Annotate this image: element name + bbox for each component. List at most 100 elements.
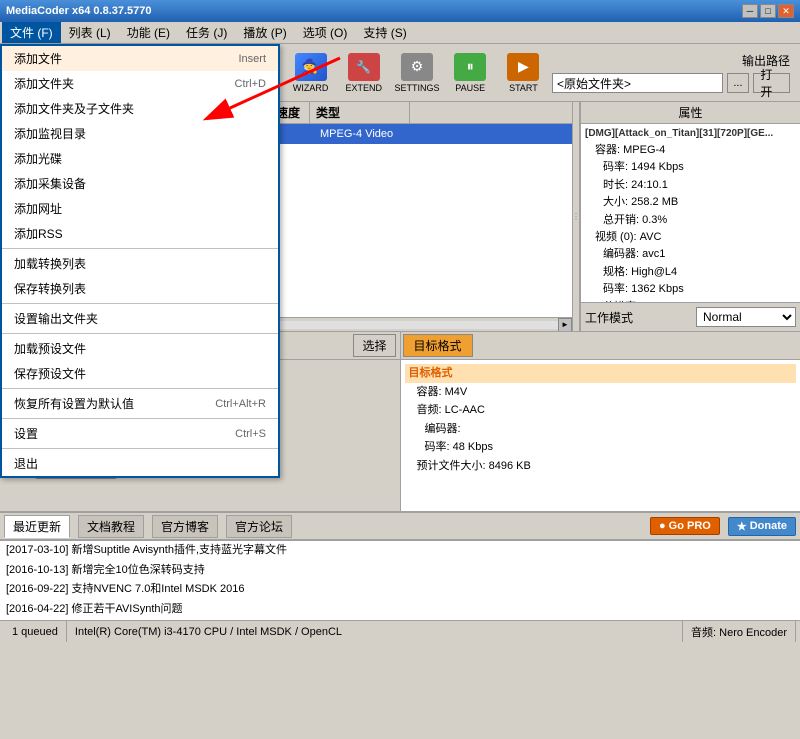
summary-tab[interactable]: 目标格式 xyxy=(403,334,473,357)
menu-settings[interactable]: 设置 Ctrl+S xyxy=(2,421,278,446)
output-path-input[interactable] xyxy=(552,73,723,93)
news-list[interactable]: [2017-03-10] 新增Suptitle Avisynth插件,支持蓝光字… xyxy=(0,540,800,620)
menu-bar: 文件 (F) 列表 (L) 功能 (E) 任务 (J) 播放 (P) 选项 (O… xyxy=(0,22,800,44)
donate-button[interactable]: ★ Donate xyxy=(728,517,796,536)
menu-exit[interactable]: 退出 xyxy=(2,451,278,476)
properties-panel: 属性 [DMG][Attack_on_Titan][31][720P][GE..… xyxy=(580,102,800,331)
list-item[interactable]: [2016-04-22] 修正若干AVISynth问题 xyxy=(0,600,800,620)
menu-set-output[interactable]: 设置输出文件夹 xyxy=(2,306,278,331)
menu-add-folder-sub[interactable]: 添加文件夹及子文件夹 xyxy=(2,96,278,121)
start-button[interactable]: ▶ START xyxy=(499,48,548,98)
menu-add-watch[interactable]: 添加监视目录 xyxy=(2,121,278,146)
pause-button[interactable]: ⏸ PAUSE xyxy=(446,48,495,98)
summary-panel: 目标格式 目标格式 容器: M4V 音频: LC-AAC 编码器: 码率: 48… xyxy=(401,332,800,511)
prop-line: [DMG][Attack_on_Titan][31][720P][GE... xyxy=(583,126,798,142)
summary-body: 目标格式 容器: M4V 音频: LC-AAC 编码器: 码率: 48 Kbps… xyxy=(401,360,800,511)
news-tab-blog[interactable]: 官方博客 xyxy=(152,515,218,538)
file-dropdown-menu: 添加文件 Insert 添加文件夹 Ctrl+D 添加文件夹及子文件夹 添加监视… xyxy=(0,44,280,478)
title-bar: MediaCoder x64 0.8.37.5770 ─ □ ✕ xyxy=(0,0,800,22)
status-bar: 1 queued Intel(R) Core(TM) i3-4170 CPU /… xyxy=(0,620,800,642)
extend-icon: 🔧 xyxy=(348,53,380,81)
summary-line: 编码器: xyxy=(405,420,797,439)
news-text: 修正若干AVISynth问题 xyxy=(71,603,182,615)
prop-line: 视频 (0): AVC xyxy=(583,229,798,246)
extend-button[interactable]: 🔧 EXTEND xyxy=(339,48,388,98)
prop-line: 时长: 24:10.1 xyxy=(583,177,798,194)
menu-load-preset[interactable]: 加载预设文件 xyxy=(2,336,278,361)
output-path-row: ... 打开 xyxy=(552,73,790,93)
close-button[interactable]: ✕ xyxy=(778,4,794,18)
separator-2 xyxy=(2,303,278,304)
menu-add-file[interactable]: 添加文件 Insert xyxy=(2,46,278,71)
prop-line: 规格: High@L4 xyxy=(583,264,798,281)
list-item[interactable]: [2016-10-13] 新增完全10位色深转码支持 xyxy=(0,561,800,581)
wizard-button[interactable]: 🧙 WIZARD xyxy=(286,48,335,98)
status-audio: 音频: Nero Encoder xyxy=(683,621,796,642)
menu-item-support[interactable]: 支持 (S) xyxy=(355,22,414,43)
news-text: 支持NVENC 7.0和Intel MSDK 2016 xyxy=(71,583,244,595)
work-mode-area: 工作模式 Normal Fast Slow xyxy=(581,302,800,331)
prop-line: 大小: 258.2 MB xyxy=(583,194,798,211)
news-tab-updates[interactable]: 最近更新 xyxy=(4,515,70,538)
menu-add-url[interactable]: 添加网址 xyxy=(2,196,278,221)
summary-line: 目标格式 xyxy=(405,364,797,383)
cell-type: MPEG-4 Video xyxy=(316,128,416,140)
select-label[interactable]: 选择 xyxy=(353,334,395,357)
output-path-area: 输出路径 ... 打开 xyxy=(552,52,794,93)
properties-header: 属性 xyxy=(581,102,800,124)
status-queue: 1 queued xyxy=(4,621,67,642)
news-tab-forum[interactable]: 官方论坛 xyxy=(226,515,292,538)
menu-add-folder[interactable]: 添加文件夹 Ctrl+D xyxy=(2,71,278,96)
summary-line: 容器: M4V xyxy=(405,383,797,402)
maximize-button[interactable]: □ xyxy=(760,4,776,18)
open-button[interactable]: 打开 xyxy=(753,73,790,93)
menu-item-list[interactable]: 列表 (L) xyxy=(61,22,119,43)
menu-item-play[interactable]: 播放 (P) xyxy=(235,22,294,43)
news-tab-tutorials[interactable]: 文档教程 xyxy=(78,515,144,538)
work-mode-label: 工作模式 xyxy=(585,309,633,326)
settings-button[interactable]: ⚙ SETTINGS xyxy=(392,48,441,98)
separator-4 xyxy=(2,388,278,389)
menu-item-options[interactable]: 选项 (O) xyxy=(295,22,356,43)
scroll-right-button[interactable]: ► xyxy=(558,318,572,332)
menu-item-function[interactable]: 功能 (E) xyxy=(119,22,178,43)
list-item[interactable]: [2016-09-22] 支持NVENC 7.0和Intel MSDK 2016 xyxy=(0,580,800,600)
separator-5 xyxy=(2,418,278,419)
col-type: 类型 xyxy=(310,102,410,123)
panel-divider[interactable]: ⋮ xyxy=(572,102,580,331)
summary-line: 音频: LC-AAC xyxy=(405,401,797,420)
select-button[interactable]: 选择 xyxy=(353,334,395,357)
prop-line: 码率: 1494 Kbps xyxy=(583,159,798,176)
start-icon: ▶ xyxy=(507,53,539,81)
work-mode-select[interactable]: Normal Fast Slow xyxy=(696,307,796,327)
menu-add-capture[interactable]: 添加采集设备 xyxy=(2,171,278,196)
prop-line: 码率: 1362 Kbps xyxy=(583,281,798,298)
menu-add-disc[interactable]: 添加光碟 xyxy=(2,146,278,171)
news-date: [2016-10-13] xyxy=(6,564,68,576)
menu-save-preset[interactable]: 保存预设文件 xyxy=(2,361,278,386)
menu-item-file[interactable]: 文件 (F) xyxy=(2,22,61,43)
prop-line: 总开销: 0.3% xyxy=(583,212,798,229)
summary-tab-bar: 目标格式 xyxy=(401,332,800,360)
menu-reset[interactable]: 恢复所有设置为默认值 Ctrl+Alt+R xyxy=(2,391,278,416)
menu-add-rss[interactable]: 添加RSS xyxy=(2,221,278,246)
go-pro-button[interactable]: ● Go PRO xyxy=(650,517,720,535)
news-date: [2016-04-22] xyxy=(6,603,68,615)
separator-3 xyxy=(2,333,278,334)
menu-load-list[interactable]: 加载转换列表 xyxy=(2,251,278,276)
news-text: 新增完全10位色深转码支持 xyxy=(71,564,204,576)
minimize-button[interactable]: ─ xyxy=(742,4,758,18)
list-item[interactable]: [2017-03-10] 新增Suptitle Avisynth插件,支持蓝光字… xyxy=(0,541,800,561)
news-text: 新增Suptitle Avisynth插件,支持蓝光字幕文件 xyxy=(71,544,287,556)
pause-icon: ⏸ xyxy=(454,53,486,81)
wizard-icon: 🧙 xyxy=(295,53,327,81)
prop-line: 编码器: avc1 xyxy=(583,246,798,263)
summary-line: 预计文件大小: 8496 KB xyxy=(405,457,797,476)
menu-save-list[interactable]: 保存转换列表 xyxy=(2,276,278,301)
news-date: [2017-03-10] xyxy=(6,544,68,556)
menu-item-task[interactable]: 任务 (J) xyxy=(178,22,235,43)
browse-button[interactable]: ... xyxy=(727,73,750,93)
toolbar: 🧙 WIZARD 🔧 EXTEND ⚙ SETTINGS ⏸ PAUSE ▶ S… xyxy=(280,44,800,102)
news-date: [2016-09-22] xyxy=(6,583,68,595)
news-bar: 最近更新 文档教程 官方博客 官方论坛 ● Go PRO ★ Donate xyxy=(0,512,800,540)
